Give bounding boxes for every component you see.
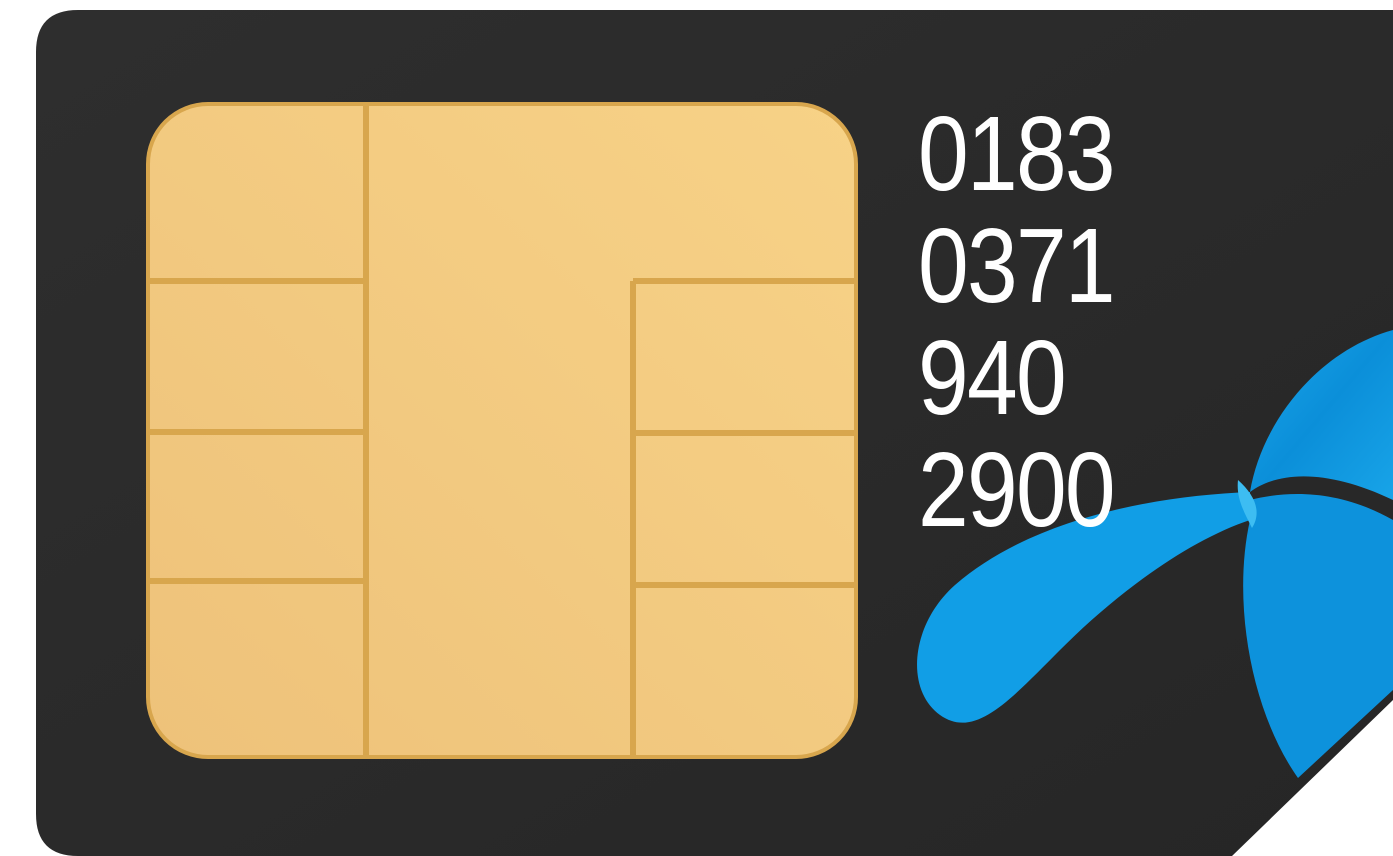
sim-number-line-1: 0183: [918, 95, 1116, 213]
sim-number-line-2: 0371: [918, 207, 1116, 325]
sim-chip: [146, 102, 858, 759]
sim-card-number: 0183 0371 940 2900: [918, 95, 1116, 549]
sim-card-image: 0183 0371 940 2900: [0, 0, 1393, 856]
sim-card-body: [36, 10, 1393, 856]
sim-number-line-3: 940: [918, 319, 1067, 437]
sim-number-line-4: 2900: [918, 431, 1116, 549]
